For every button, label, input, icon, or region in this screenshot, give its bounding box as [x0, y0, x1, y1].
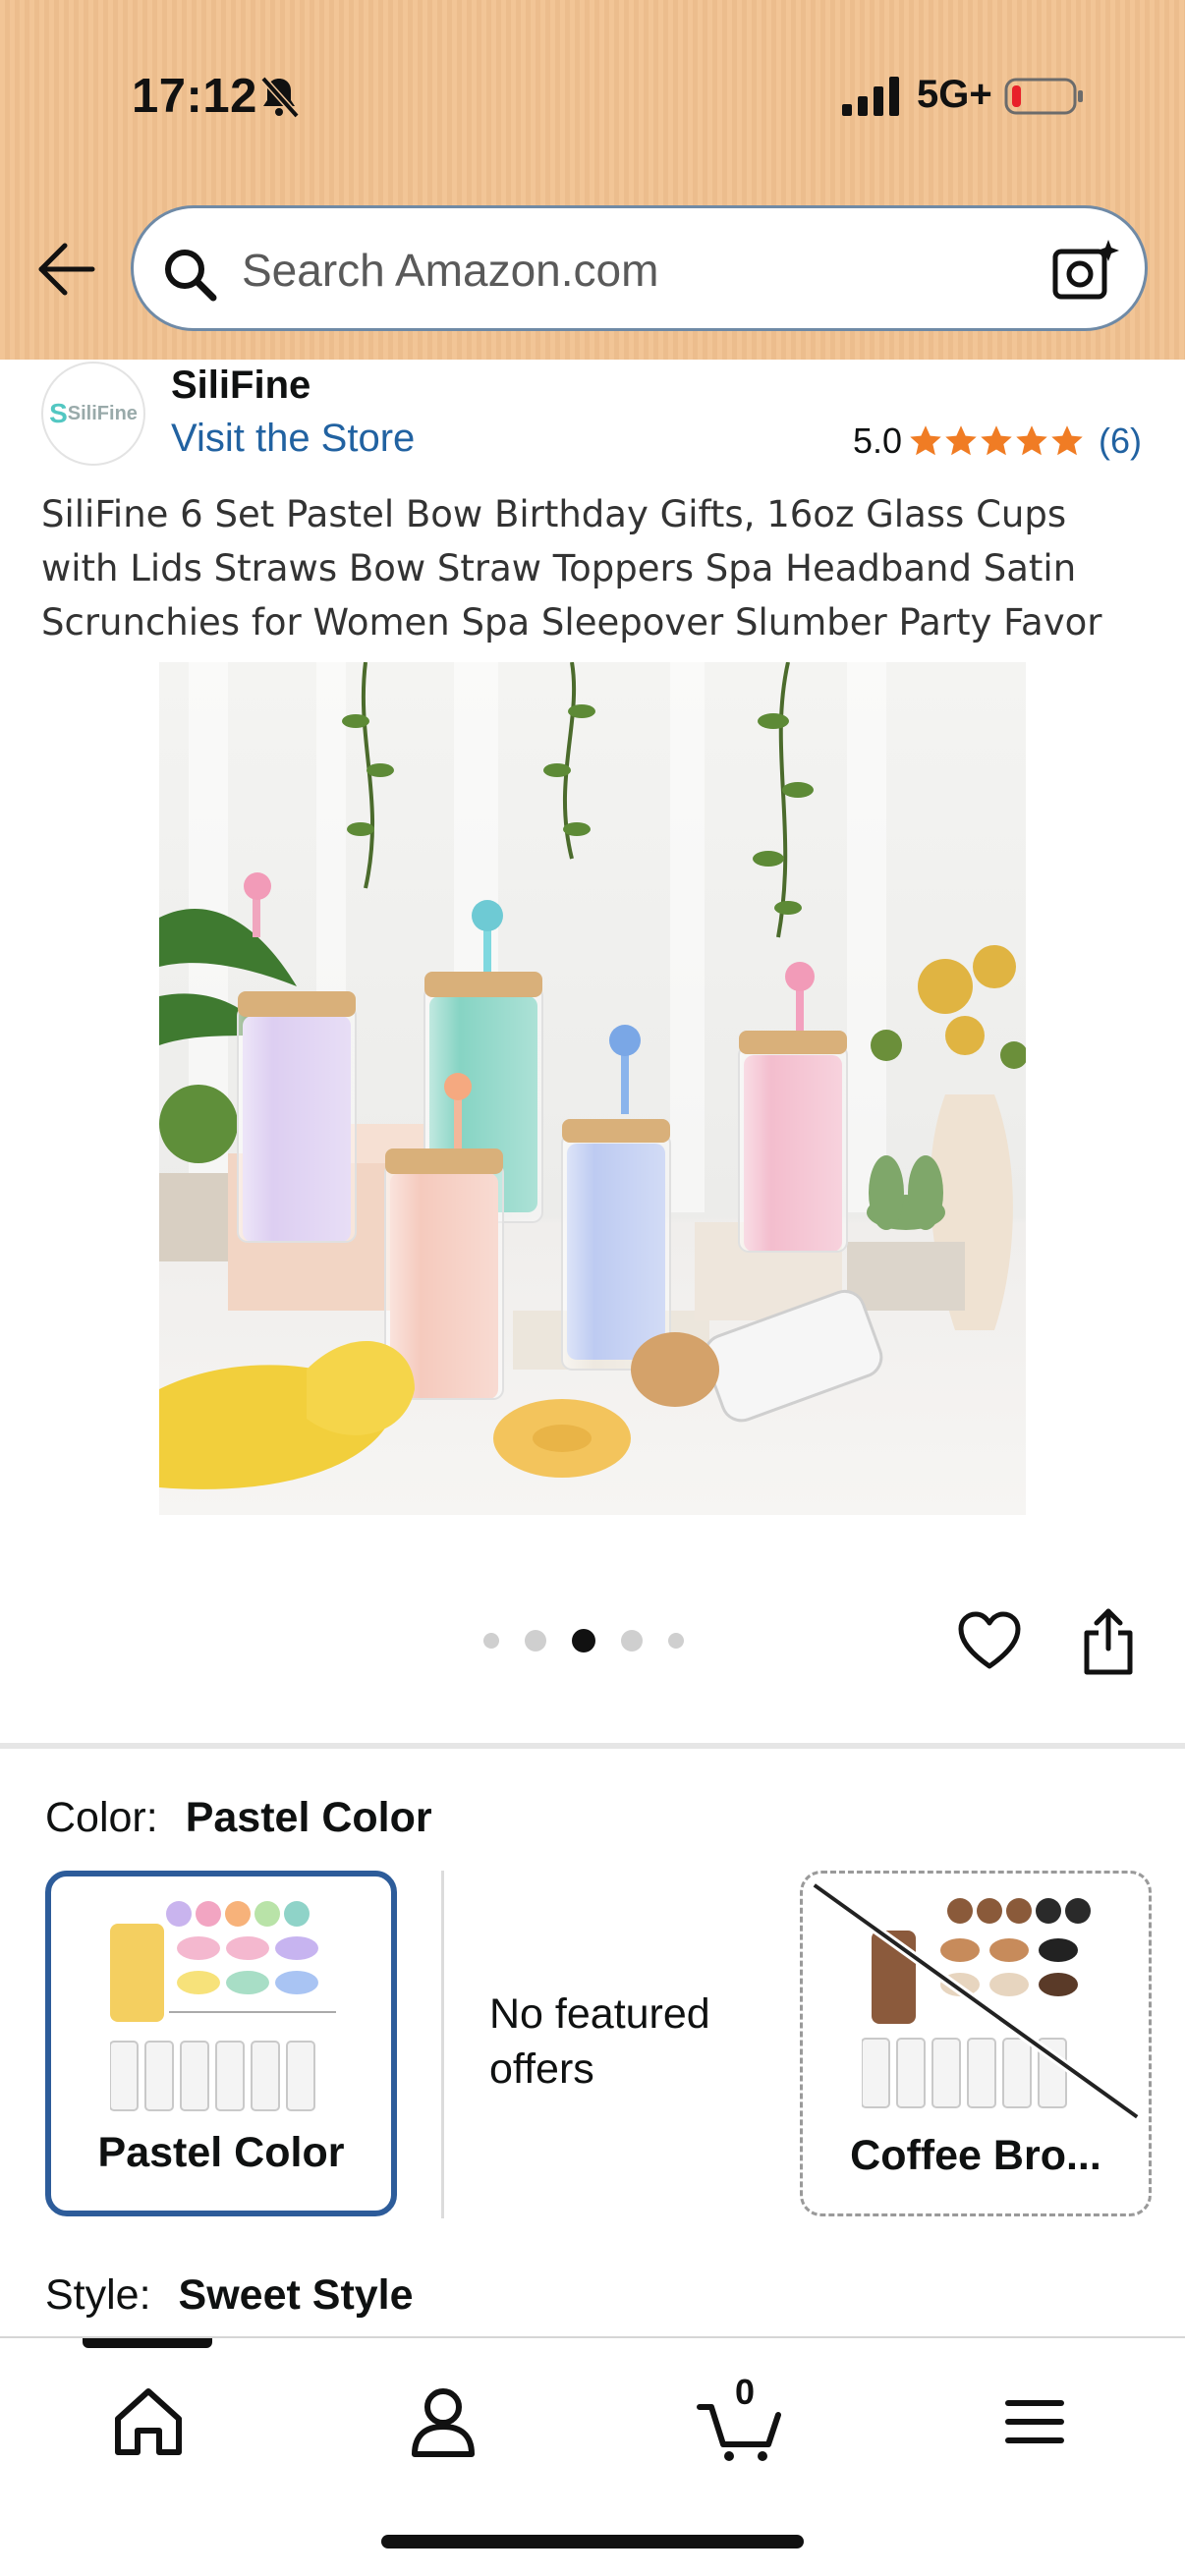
color-selected-value: Pastel Color — [185, 1794, 432, 1841]
brand-logo-text: SiliFine — [67, 402, 138, 424]
camera-search-icon[interactable] — [1051, 238, 1120, 301]
cart-button[interactable]: 0 — [696, 2372, 784, 2466]
style-selected-value: Sweet Style — [178, 2271, 414, 2319]
carousel-dot[interactable] — [621, 1630, 643, 1652]
search-icon — [165, 250, 217, 302]
color-selection-label: Color: Pastel Color — [45, 1794, 432, 1842]
star-icon — [910, 425, 941, 456]
color-option-label: Coffee Bro... — [850, 2132, 1101, 2179]
home-indicator — [381, 2535, 804, 2548]
search-bar[interactable] — [131, 205, 1148, 331]
star-icon — [945, 425, 977, 456]
rating-stars — [908, 423, 1085, 459]
image-carousel-dots[interactable] — [483, 1629, 684, 1652]
carousel-dot[interactable] — [483, 1633, 499, 1649]
color-option-pastel[interactable]: Pastel Color — [45, 1871, 397, 2216]
wishlist-heart-icon[interactable] — [957, 1611, 1022, 1672]
color-option-coffee[interactable]: Coffee Bro... — [800, 1871, 1152, 2216]
back-arrow-icon[interactable] — [35, 242, 96, 297]
menu-icon[interactable] — [990, 2378, 1079, 2466]
no-featured-offers-text: No featured offers — [489, 1990, 710, 2093]
color-option-label: Pastel Color — [97, 2129, 345, 2176]
carousel-dot[interactable] — [668, 1633, 684, 1649]
bell-off-icon — [260, 76, 300, 119]
style-selection-label: Style: Sweet Style — [45, 2271, 414, 2320]
visit-store-link[interactable]: Visit the Store — [171, 417, 415, 461]
cart-count: 0 — [735, 2372, 756, 2412]
search-input[interactable] — [242, 236, 1028, 305]
brand-logo[interactable]: S SiliFine — [41, 362, 145, 466]
star-icon — [981, 425, 1012, 456]
style-label: Style: — [45, 2271, 151, 2319]
carousel-dot[interactable] — [525, 1630, 546, 1652]
status-time: 17:12 — [132, 70, 257, 123]
section-divider — [0, 1743, 1185, 1749]
carousel-dot[interactable] — [572, 1629, 595, 1652]
color-label: Color: — [45, 1794, 158, 1841]
home-icon[interactable] — [104, 2378, 193, 2466]
app-header: 17:12 5G+ — [0, 0, 1185, 360]
product-image[interactable] — [159, 662, 1026, 1515]
share-icon[interactable] — [1081, 1607, 1136, 1676]
star-icon — [1016, 425, 1047, 456]
option-separator — [441, 1871, 444, 2218]
brand-name: SiliFine — [171, 364, 311, 407]
star-icon — [1051, 425, 1083, 456]
network-label: 5G+ — [917, 73, 992, 116]
signal-strength-icon — [842, 77, 899, 116]
rating-count-link[interactable]: (6) — [1099, 420, 1142, 462]
rating-value: 5.0 — [852, 420, 902, 461]
active-tab-indicator — [83, 2338, 212, 2348]
account-icon[interactable] — [399, 2378, 487, 2466]
product-title: SiliFine 6 Set Pastel Bow Birthday Gifts… — [41, 493, 1102, 644]
swatch-thumbnail — [110, 1901, 336, 2111]
battery-low-icon — [1004, 78, 1083, 115]
rating-summary[interactable]: 5.0 (6) — [853, 420, 1142, 462]
